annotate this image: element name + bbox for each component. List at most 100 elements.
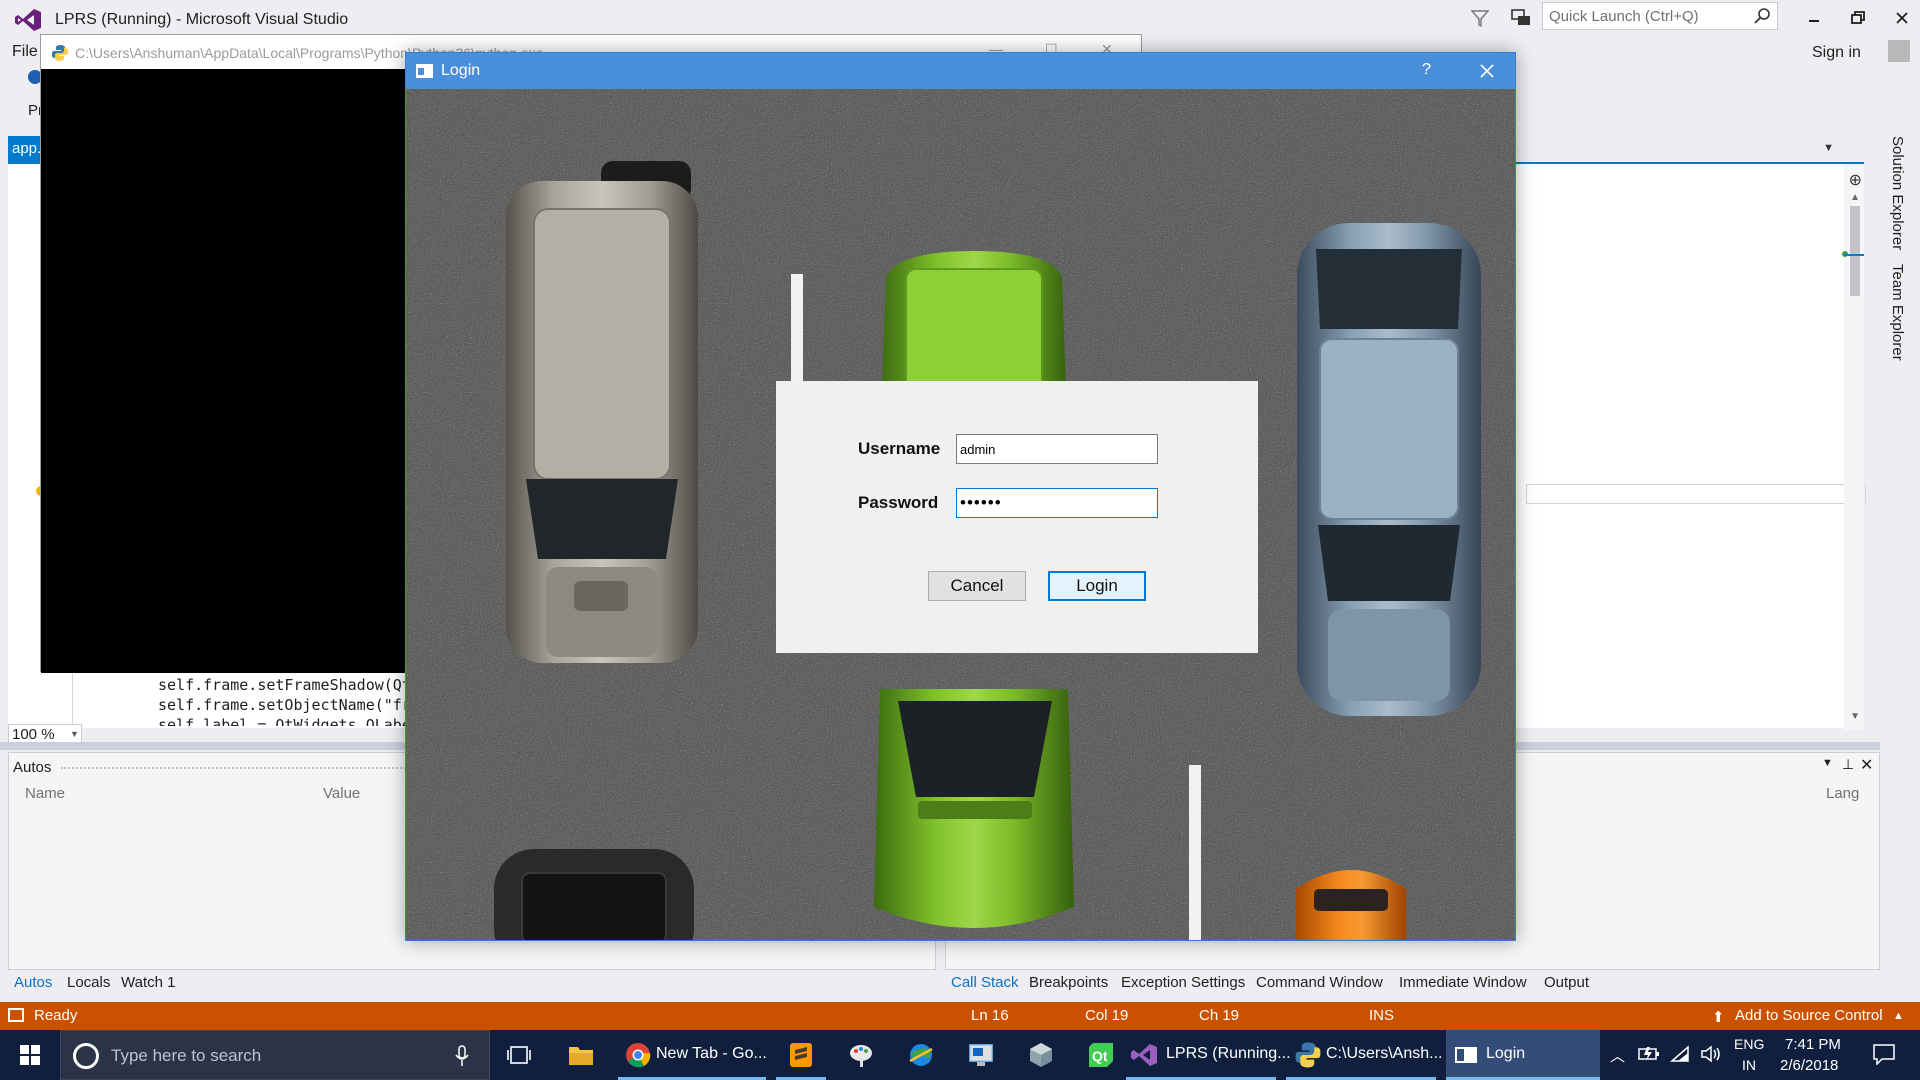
status-char: Ch 19 <box>1199 1007 1240 1024</box>
tab-breakpoints[interactable]: Breakpoints <box>1029 974 1108 991</box>
document-tab[interactable]: app.py <box>8 136 42 162</box>
menu-file[interactable]: File <box>12 43 38 61</box>
chevron-down-icon[interactable]: ▼ <box>1823 142 1834 154</box>
input-region[interactable]: IN <box>1742 1057 1756 1073</box>
vs-titlebar: LPRS (Running) - Microsoft Visual Studio… <box>0 0 1920 36</box>
system-tray: ︿ ENG IN 7:41 PM 2/6/2018 <box>1600 1030 1920 1080</box>
taskbar-search-box[interactable]: Type here to search <box>60 1030 490 1080</box>
column-header-name[interactable]: Name <box>25 785 65 802</box>
current-line-highlight <box>1526 484 1866 504</box>
close-icon[interactable]: ✕ <box>1860 755 1873 775</box>
username-field[interactable] <box>956 434 1158 464</box>
tab-immediate-window[interactable]: Immediate Window <box>1399 974 1527 991</box>
taskbar-app-label: New Tab - Go... <box>656 1045 767 1062</box>
scroll-thumb[interactable] <box>1850 206 1860 296</box>
minimize-icon[interactable] <box>1802 6 1826 30</box>
orange-car <box>1296 870 1406 940</box>
silver-car <box>506 161 698 663</box>
taskbar-app-sublime-text[interactable] <box>776 1030 826 1080</box>
taskbar-app-network[interactable] <box>896 1030 946 1080</box>
green-car-lower <box>874 689 1074 928</box>
cortana-icon <box>73 1043 99 1069</box>
feedback-icon[interactable] <box>1510 8 1532 28</box>
split-editor-icon[interactable]: ⊕ <box>1849 170 1862 190</box>
sign-in-link[interactable]: Sign in <box>1812 44 1861 62</box>
wifi-icon[interactable] <box>1670 1045 1690 1063</box>
tab-output[interactable]: Output <box>1544 974 1589 991</box>
window-icon <box>416 64 433 78</box>
chevron-down-icon[interactable]: ▼ <box>70 729 79 739</box>
visual-studio-icon <box>1131 1044 1157 1066</box>
filter-icon[interactable] <box>1470 8 1490 28</box>
scroll-up-icon[interactable]: ▲ <box>1850 192 1860 203</box>
chrome-icon <box>626 1043 651 1068</box>
close-icon[interactable] <box>1472 57 1502 85</box>
code-line[interactable]: self.label = QtWidgets.QLabe <box>158 716 411 726</box>
status-text: Ready <box>34 1007 78 1024</box>
windows-start-icon[interactable] <box>0 1030 60 1080</box>
notifications-icon[interactable] <box>1872 1043 1896 1065</box>
tab-exception-settings[interactable]: Exception Settings <box>1121 974 1245 991</box>
login-dialog: Login ? Username admin Password •••••• C… <box>405 52 1516 941</box>
python-icon <box>1295 1042 1321 1068</box>
add-to-source-control-button[interactable]: Add to Source Control <box>1735 1007 1883 1024</box>
taskbar-search-placeholder: Type here to search <box>111 1046 262 1065</box>
taskbar-app-remote[interactable] <box>956 1030 1006 1080</box>
blue-car <box>1297 223 1481 716</box>
taskbar-app-chrome[interactable]: New Tab - Go... <box>618 1030 767 1080</box>
editor-scrollbar[interactable]: ⊕ ▲ ▼ <box>1842 164 1864 730</box>
microphone-icon[interactable] <box>455 1045 469 1067</box>
taskbar-app-file-explorer[interactable] <box>556 1030 606 1080</box>
tab-watch-1[interactable]: Watch 1 <box>121 974 175 991</box>
status-insert-mode: INS <box>1369 1007 1395 1024</box>
account-avatar-icon[interactable] <box>1888 40 1910 62</box>
help-button[interactable]: ? <box>1422 61 1431 79</box>
clock-time[interactable]: 7:41 PM <box>1785 1036 1841 1053</box>
python-icon <box>52 45 68 61</box>
autos-pane-title: Autos <box>13 759 52 776</box>
password-field[interactable] <box>956 488 1158 518</box>
cancel-button[interactable]: Cancel <box>928 571 1026 601</box>
task-view-icon[interactable] <box>506 1043 532 1067</box>
tab-call-stack[interactable]: Call Stack <box>951 974 1019 991</box>
status-column: Col 19 <box>1085 1007 1129 1024</box>
upload-arrow-icon[interactable]: ⬆ <box>1712 1008 1725 1026</box>
login-titlebar[interactable]: Login ? <box>406 53 1515 89</box>
taskbar-app-visual-studio[interactable]: LPRS (Running... <box>1126 1030 1291 1080</box>
caret-position-marker <box>1844 254 1864 256</box>
tab-command-window[interactable]: Command Window <box>1256 974 1383 991</box>
restore-icon[interactable] <box>1846 6 1870 30</box>
paint-palette-icon <box>850 1045 872 1067</box>
taskbar-app-virtualbox[interactable] <box>1016 1030 1066 1080</box>
tab-autos[interactable]: Autos <box>14 974 52 991</box>
volume-icon[interactable] <box>1700 1045 1722 1063</box>
quick-launch-input[interactable]: Quick Launch (Ctrl+Q) <box>1542 2 1778 30</box>
battery-icon[interactable] <box>1638 1045 1660 1063</box>
code-line[interactable]: self.frame.setObjectName("fr <box>158 696 411 714</box>
clock-date[interactable]: 2/6/2018 <box>1780 1057 1838 1074</box>
input-language[interactable]: ENG <box>1734 1036 1764 1052</box>
chevron-down-icon[interactable]: ▼ <box>1822 757 1833 769</box>
window-title: LPRS (Running) - Microsoft Visual Studio <box>55 11 349 28</box>
taskbar-app-python-console[interactable]: C:\Users\Ansh... <box>1286 1030 1442 1080</box>
taskbar-app-login-window[interactable]: Login <box>1446 1030 1600 1080</box>
svg-text:Qt: Qt <box>1092 1048 1108 1064</box>
column-header-value[interactable]: Value <box>323 785 360 802</box>
scroll-down-icon[interactable]: ▼ <box>1850 711 1860 722</box>
taskbar-app-qt-designer[interactable]: Qt <box>1076 1030 1126 1080</box>
login-dialog-title: Login <box>441 62 481 79</box>
login-button[interactable]: Login <box>1048 571 1146 601</box>
taskbar-app-label: Login <box>1486 1045 1526 1062</box>
pin-icon[interactable]: ⊥ <box>1842 756 1854 773</box>
chevron-up-icon[interactable]: ︿ <box>1610 1045 1625 1066</box>
tab-locals[interactable]: Locals <box>67 974 110 991</box>
column-header-lang[interactable]: Lang <box>1826 785 1859 802</box>
close-icon[interactable] <box>1890 6 1914 30</box>
windows-taskbar: Type here to search New Tab - Go... Qt L… <box>0 1030 1920 1080</box>
taskbar-app-label: C:\Users\Ansh... <box>1326 1045 1443 1062</box>
code-line[interactable]: self.frame.setFrameShadow(QtW <box>158 676 420 694</box>
chevron-up-icon[interactable]: ▲ <box>1893 1010 1904 1022</box>
ready-status-icon <box>8 1008 24 1022</box>
taskbar-app-paint[interactable] <box>836 1030 886 1080</box>
side-tab-team-explorer[interactable]: Team Explorer <box>1886 264 1906 374</box>
